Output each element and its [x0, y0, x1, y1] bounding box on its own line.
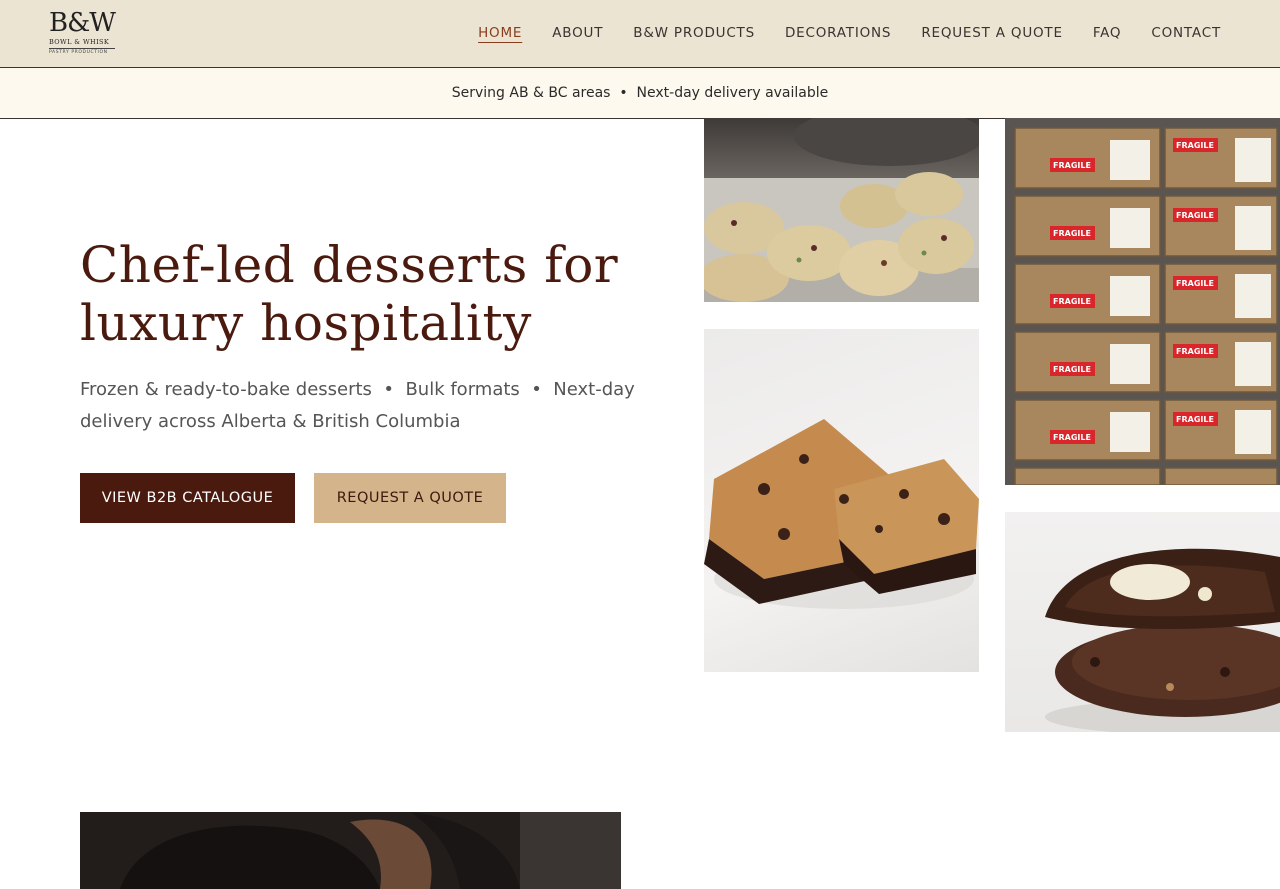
brookie-bars-photo — [704, 329, 979, 672]
nav-products-link[interactable]: B&W PRODUCTS — [633, 25, 755, 41]
fragile-label: FRAGILE — [1053, 365, 1091, 374]
logo-tagline: PASTRY PRODUCTION — [49, 48, 115, 55]
banner-text: Serving AB & BC areas • Next-day deliver… — [451, 85, 829, 101]
view-catalogue-button[interactable]: VIEW B2B CATALOGUE — [80, 473, 295, 523]
fragile-label: FRAGILE — [1053, 229, 1091, 238]
chef-photo — [80, 812, 621, 889]
logo-wordmark: BOWL & WHISK — [49, 38, 110, 46]
cookie-dough-illustration — [704, 118, 979, 302]
request-quote-button[interactable]: REQUEST A QUOTE — [314, 473, 506, 523]
fragile-label: FRAGILE — [1176, 415, 1214, 424]
brand-logo[interactable]: B&W BOWL & WHISK PASTRY PRODUCTION — [49, 10, 119, 58]
fragile-label: FRAGILE — [1176, 141, 1214, 150]
fragile-label: FRAGILE — [1053, 433, 1091, 442]
nav-faq-link[interactable]: FAQ — [1093, 25, 1122, 41]
main-nav: HOME ABOUT B&W PRODUCTS DECORATIONS REQU… — [478, 25, 1221, 41]
nav-home-link[interactable]: HOME — [478, 25, 522, 41]
fragile-label: FRAGILE — [1053, 297, 1091, 306]
brookie-illustration — [704, 419, 979, 609]
fragile-label: FRAGILE — [1176, 211, 1214, 220]
chocolate-cookies-photo — [1005, 512, 1280, 732]
nav-about-link[interactable]: ABOUT — [552, 25, 603, 41]
announcement-banner: Serving AB & BC areas • Next-day deliver… — [0, 68, 1280, 119]
logo-mark: B&W — [49, 8, 116, 38]
chocolate-cookie-illustration — [1045, 548, 1280, 732]
nav-decorations-link[interactable]: DECORATIONS — [785, 25, 891, 41]
nav-contact-link[interactable]: CONTACT — [1151, 25, 1221, 41]
fragile-label: FRAGILE — [1176, 347, 1214, 356]
chef-illustration — [80, 812, 621, 889]
fragile-label: FRAGILE — [1053, 161, 1091, 170]
hero-subtitle: Frozen & ready-to-bake desserts • Bulk f… — [80, 379, 641, 432]
nav-request-quote-link[interactable]: REQUEST A QUOTE — [921, 25, 1063, 41]
boxes-illustration: FRAGILE FRAGILE FRAGILE FRAGILE FRAGILE … — [1005, 118, 1280, 485]
cookie-dough-photo — [704, 118, 979, 302]
fragile-label: FRAGILE — [1176, 279, 1214, 288]
packaged-boxes-photo: FRAGILE FRAGILE FRAGILE FRAGILE FRAGILE … — [1005, 118, 1280, 485]
hero-title: Chef-led desserts for luxury hospitality — [80, 236, 619, 352]
site-header: B&W BOWL & WHISK PASTRY PRODUCTION HOME … — [0, 0, 1280, 68]
